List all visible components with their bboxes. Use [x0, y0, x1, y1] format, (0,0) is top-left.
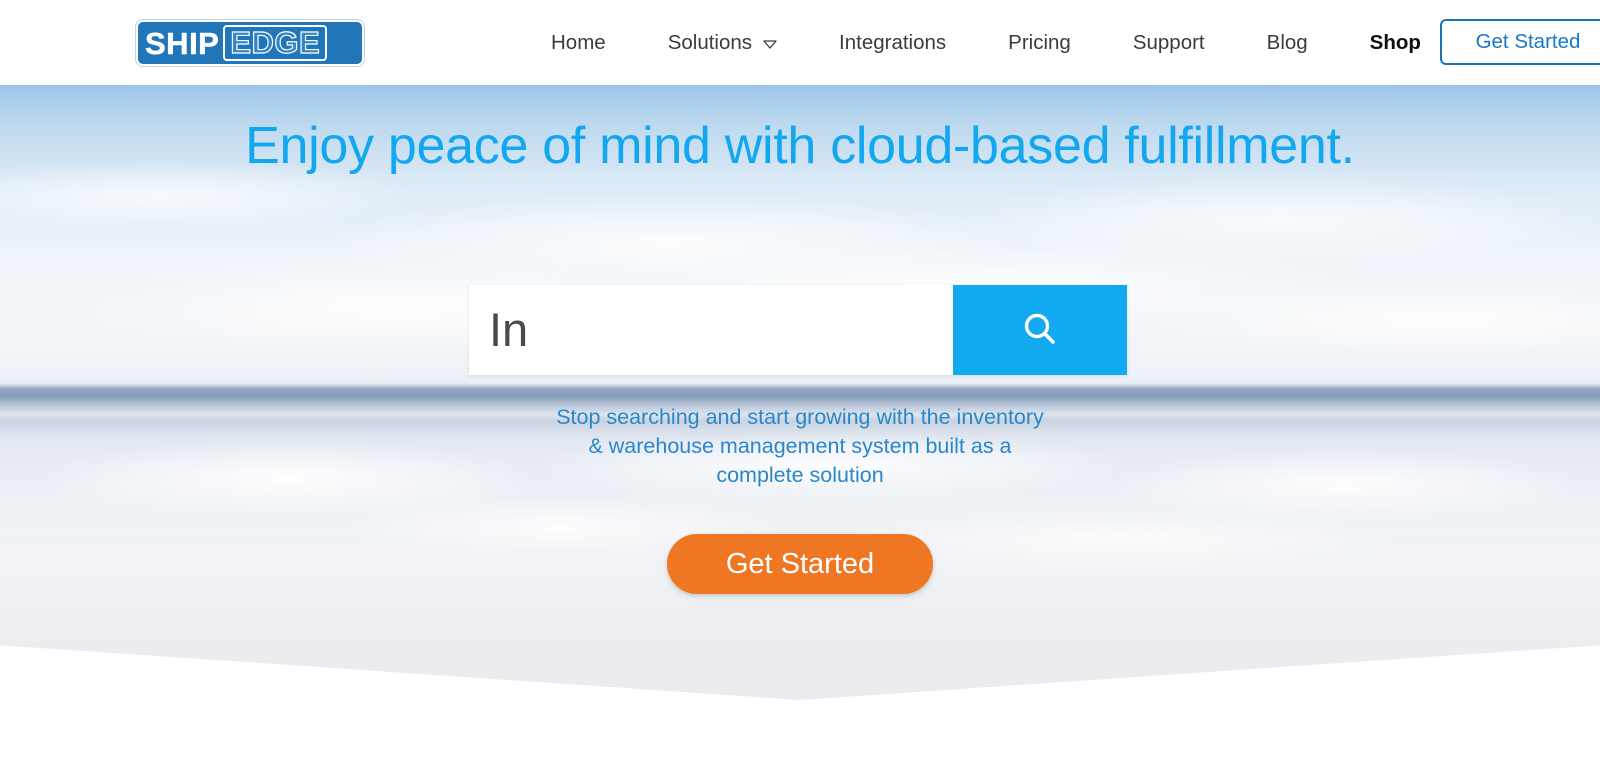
shipedge-logo[interactable]: SHIP EDGE	[136, 20, 364, 66]
nav-item-shop[interactable]: Shop	[1339, 31, 1452, 55]
chevron-down-icon	[763, 40, 777, 49]
nav-label-support: Support	[1132, 30, 1205, 54]
header-get-started-label: Get Started	[1475, 30, 1581, 53]
nav-item-pricing[interactable]: Pricing	[977, 31, 1102, 55]
hero-section: Enjoy peace of mind with cloud-based ful…	[0, 85, 1600, 700]
search-icon	[1019, 308, 1061, 353]
hero-search-bar	[469, 285, 1127, 375]
main-navigation: Home Solutions Integrations Pricing Supp…	[520, 0, 1452, 85]
nav-item-integrations[interactable]: Integrations	[808, 31, 977, 55]
header-get-started-button[interactable]: Get Started	[1440, 19, 1600, 65]
hero-subtitle-line-3: complete solution	[716, 463, 884, 487]
nav-label-home: Home	[551, 30, 606, 54]
page-root: SHIP EDGE Home Solutions Integrations Pr…	[0, 0, 1600, 776]
search-input[interactable]	[489, 297, 953, 363]
hero-subtitle: Stop searching and start growing with th…	[0, 403, 1600, 490]
nav-label-solutions: Solutions	[667, 30, 753, 54]
logo-text-edge: EDGE	[223, 25, 328, 61]
hero-subtitle-line-2: & warehouse management system built as a	[588, 434, 1012, 458]
nav-label-shop: Shop	[1369, 30, 1421, 54]
site-header: SHIP EDGE Home Solutions Integrations Pr…	[0, 0, 1600, 85]
hero-content: Enjoy peace of mind with cloud-based ful…	[0, 85, 1600, 700]
search-input-wrapper[interactable]	[469, 285, 953, 375]
search-submit-button[interactable]	[953, 285, 1127, 375]
logo-text-ship: SHIP	[145, 25, 220, 61]
nav-label-blog: Blog	[1266, 30, 1308, 54]
nav-item-support[interactable]: Support	[1102, 31, 1236, 55]
nav-label-integrations: Integrations	[839, 30, 947, 54]
hero-headline: Enjoy peace of mind with cloud-based ful…	[245, 117, 1355, 175]
nav-item-home[interactable]: Home	[520, 31, 637, 55]
hero-get-started-button[interactable]: Get Started	[667, 534, 933, 594]
hero-get-started-label: Get Started	[725, 547, 875, 580]
nav-item-blog[interactable]: Blog	[1236, 31, 1339, 55]
nav-label-pricing: Pricing	[1008, 30, 1071, 54]
hero-subtitle-line-1: Stop searching and start growing with th…	[556, 405, 1044, 429]
nav-item-solutions[interactable]: Solutions	[637, 31, 808, 55]
